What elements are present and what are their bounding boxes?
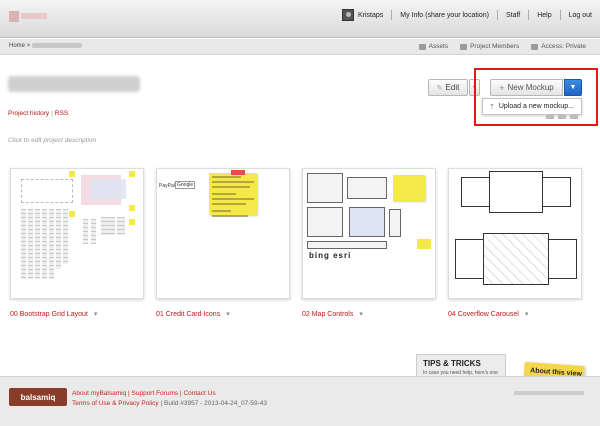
sticky-note — [209, 173, 257, 217]
rss-link[interactable]: RSS — [55, 110, 68, 117]
mockup-thumbnail-bootstrap[interactable] — [10, 168, 144, 299]
mockup-label-bootstrap[interactable]: 00 Bootstrap Grid Layout ▾ — [10, 310, 98, 319]
members-label: Project Members — [470, 43, 520, 50]
pencil-icon: ✎ — [436, 84, 443, 92]
top-bar: Kristaps My Info (share your location) S… — [0, 0, 600, 38]
mockup-thumbnail-coverflow[interactable] — [448, 168, 582, 299]
user-name-link[interactable]: Kristaps — [358, 12, 383, 19]
members-link[interactable]: Project Members — [460, 43, 519, 50]
paypal-logo: PayPal — [159, 183, 175, 189]
assets-link[interactable]: Assets — [418, 43, 449, 50]
contact-link[interactable]: Contact Us — [183, 390, 215, 397]
access-label: Access: Private — [541, 43, 586, 50]
divider — [528, 10, 530, 20]
view-toggle[interactable] — [542, 115, 578, 119]
highlight-box — [474, 68, 598, 126]
divider — [496, 10, 498, 20]
map-provider-logos: bing esri — [309, 251, 352, 260]
google-logo: Google — [175, 181, 196, 189]
edit-button[interactable]: ✎ Edit — [428, 79, 468, 96]
assets-label: Assets — [428, 43, 449, 50]
lock-icon — [531, 43, 539, 50]
my-info-link[interactable]: My Info (share your location) — [400, 12, 489, 19]
mockup-title: 00 Bootstrap Grid Layout — [10, 310, 88, 318]
project-links: Project history | RSS — [8, 110, 69, 117]
edit-label: Edit — [445, 83, 460, 92]
mockup-label-map-controls[interactable]: 02 Map Controls ▾ — [302, 310, 363, 319]
footer: balsamiq About myBalsamiq | Support Foru… — [0, 376, 600, 426]
mockup-thumbnail-map-controls[interactable]: bing esri — [302, 168, 436, 299]
divider — [391, 10, 393, 20]
user-avatar[interactable] — [341, 9, 354, 21]
mockup-title: 04 Coverflow Carousel — [448, 310, 519, 318]
help-link[interactable]: Help — [537, 12, 551, 19]
tape-decoration — [231, 170, 245, 175]
terms-link[interactable]: Terms of Use & Privacy Policy — [72, 400, 159, 407]
assets-icon — [418, 43, 426, 50]
breadcrumb-home[interactable]: Home > — [9, 43, 30, 49]
staff-link[interactable]: Staff — [506, 12, 520, 19]
breadcrumb: Home > — [9, 43, 82, 49]
breadcrumb-project-blurred — [31, 43, 82, 48]
mockup-thumbnail-credit-cards[interactable]: PayPal Google — [156, 168, 290, 299]
chevron-down-icon[interactable]: ▾ — [359, 310, 363, 318]
chevron-down-icon[interactable]: ▾ — [94, 310, 98, 318]
chevron-down-icon[interactable]: ▾ — [525, 310, 529, 318]
divider — [559, 10, 561, 20]
tips-title: TIPS & TRICKS — [423, 359, 481, 368]
app-logo[interactable] — [9, 10, 49, 24]
mockup-title: 02 Map Controls — [302, 310, 354, 318]
balsamiq-logo[interactable]: balsamiq — [9, 388, 67, 406]
build-info: Build #3957 - 2013-04-24_07-59-43 — [164, 400, 268, 407]
footer-right — [514, 391, 584, 398]
members-icon — [460, 43, 468, 50]
project-description[interactable]: Click to edit project description — [8, 137, 96, 144]
access-link[interactable]: Access: Private — [531, 43, 586, 50]
project-history-link[interactable]: Project history — [8, 110, 49, 117]
chevron-down-icon[interactable]: ▾ — [226, 310, 230, 318]
forums-link[interactable]: Support Forums — [132, 390, 179, 397]
about-link[interactable]: About myBalsamiq — [72, 390, 126, 397]
logout-link[interactable]: Log out — [569, 12, 592, 19]
breadcrumb-bar: Home > Assets Project Members Access: Pr… — [0, 39, 600, 55]
mockup-title: 01 Credit Card Icons — [156, 310, 221, 318]
project-meta: Assets Project Members Access: Private — [407, 43, 586, 50]
footer-links: About myBalsamiq | Support Forums | Cont… — [72, 390, 268, 407]
mockup-label-credit-cards[interactable]: 01 Credit Card Icons ▾ — [156, 310, 230, 319]
top-nav: Kristaps My Info (share your location) S… — [341, 8, 592, 22]
project-title-blurred — [8, 76, 140, 92]
mockup-label-coverflow[interactable]: 04 Coverflow Carousel ▾ — [448, 310, 529, 319]
